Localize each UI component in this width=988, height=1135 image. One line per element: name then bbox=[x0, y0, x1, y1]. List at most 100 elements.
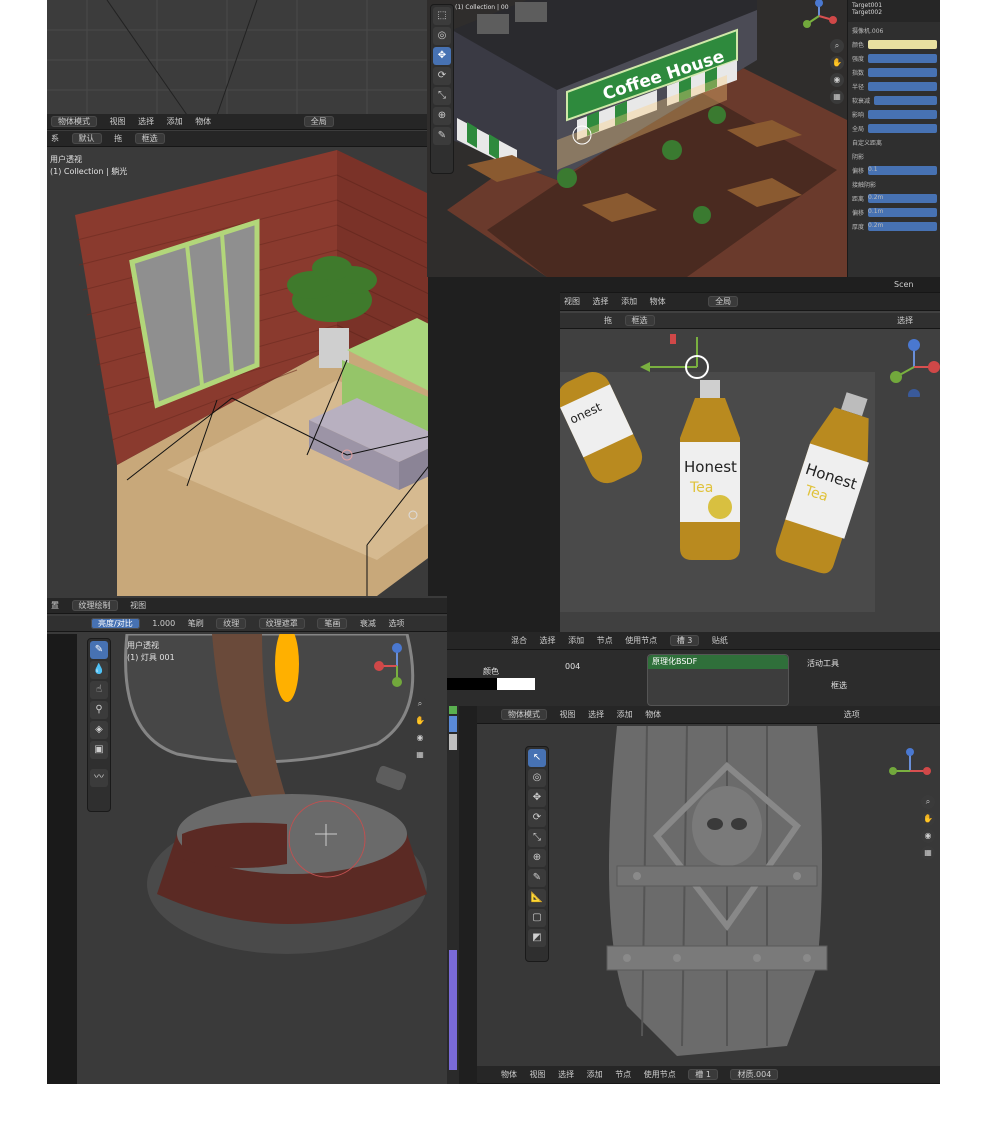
shield-header[interactable]: 物体模式 视图 选择 添加 物体 选项 bbox=[477, 706, 940, 724]
zoom-icon[interactable]: ⌕ bbox=[830, 39, 844, 53]
prop-thickness-field[interactable]: 0.2m bbox=[868, 221, 937, 231]
menu-select[interactable]: 选择 bbox=[558, 1070, 574, 1079]
lantern-paint-panel[interactable]: 置 纹理绘制 视图 亮度/对比 1.000 笔刷 纹理 纹理遮罩 笔画 衰减 选… bbox=[47, 596, 447, 1084]
measure-icon[interactable]: 📐 bbox=[528, 889, 546, 907]
move-icon[interactable]: ✥ bbox=[528, 789, 546, 807]
prop-strength-field[interactable] bbox=[868, 53, 937, 63]
shield-sculpt-panel[interactable]: 物体模式 视图 选择 添加 物体 选项 ↖ ◎ ✥ ⟳ ⤡ ⊕ ✎ 📐 ▢ ◩ … bbox=[477, 706, 940, 1084]
room-viewport-panel[interactable]: 物体模式 视图 选择 添加 物体 全局 系 默认 拖 框选 用户透视 (1) C… bbox=[47, 0, 428, 596]
menu-select[interactable]: 选择 bbox=[138, 117, 154, 126]
lantern-header-2[interactable]: 亮度/对比 1.000 笔刷 纹理 纹理遮罩 笔画 衰减 选项 bbox=[47, 616, 447, 632]
select-icon[interactable]: ⬚ bbox=[433, 7, 451, 25]
tool-box-select[interactable]: 框选 bbox=[831, 680, 847, 691]
use-nodes-checkbox[interactable]: 使用节点 bbox=[625, 636, 657, 645]
node-editor-strip[interactable]: 混合 选择 添加 节点 使用节点 槽 3 贴纸 颜色 004 原理化BSDF 活… bbox=[447, 632, 940, 706]
transform-orientation[interactable]: 全局 bbox=[708, 296, 739, 307]
pan-hand-icon[interactable]: ✋ bbox=[921, 812, 935, 826]
menu-view[interactable]: 视图 bbox=[110, 117, 126, 126]
menu-add[interactable]: 添加 bbox=[621, 297, 637, 306]
add-cube-icon[interactable]: ▢ bbox=[528, 909, 546, 927]
prop-search[interactable]: 摄像机.006 bbox=[852, 26, 883, 35]
pan-hand-icon[interactable]: ✋ bbox=[830, 56, 844, 70]
prop-radius-field[interactable] bbox=[868, 81, 937, 91]
ortho-grid-icon[interactable]: ▦ bbox=[921, 846, 935, 860]
brush-field[interactable]: 亮度/对比 bbox=[91, 618, 140, 629]
shield-footer[interactable]: 物体 视图 选择 添加 节点 使用节点 槽 1 材质.004 bbox=[477, 1066, 940, 1084]
menu-mix[interactable]: 混合 bbox=[511, 636, 527, 645]
bottles-header-2[interactable]: 拖 框选 选择 bbox=[560, 313, 940, 329]
annotate-icon[interactable]: 〰 bbox=[90, 769, 108, 787]
menu-add[interactable]: 添加 bbox=[617, 710, 633, 719]
camera-icon[interactable]: ◉ bbox=[413, 731, 427, 745]
camera-icon[interactable]: ◉ bbox=[830, 73, 844, 87]
zoom-icon[interactable]: ⌕ bbox=[413, 697, 427, 711]
options-label[interactable]: 选项 bbox=[844, 710, 860, 719]
palette-swatch-grey[interactable] bbox=[449, 734, 457, 750]
move-icon[interactable]: ✥ bbox=[433, 47, 451, 65]
menu-view[interactable]: 视图 bbox=[530, 1070, 546, 1079]
menu-node[interactable]: 节点 bbox=[597, 636, 613, 645]
color-swatch-white[interactable] bbox=[497, 678, 535, 690]
menu-stroke[interactable]: 笔画 bbox=[317, 618, 348, 629]
camera-icon[interactable]: ◉ bbox=[921, 829, 935, 843]
menu-object[interactable]: 物体 bbox=[195, 117, 211, 126]
menu-select[interactable]: 选择 bbox=[593, 297, 609, 306]
menu-view[interactable]: 视图 bbox=[564, 297, 580, 306]
menu-view[interactable]: 视图 bbox=[560, 710, 576, 719]
prop-influence-field[interactable] bbox=[868, 109, 937, 119]
outliner-item-2[interactable]: Target002 bbox=[852, 9, 937, 16]
use-nodes-checkbox[interactable]: 使用节点 bbox=[644, 1070, 676, 1079]
ortho-grid-icon[interactable]: ▦ bbox=[413, 748, 427, 762]
menu-brush[interactable]: 笔刷 bbox=[188, 619, 204, 628]
select-icon[interactable]: ↖ bbox=[528, 749, 546, 767]
soften-icon[interactable]: 💧 bbox=[90, 661, 108, 679]
menu-select[interactable]: 选择 bbox=[540, 636, 556, 645]
room-header[interactable]: 物体模式 视图 选择 添加 物体 全局 bbox=[47, 114, 428, 130]
prop-distance-field[interactable]: 0.2m bbox=[868, 193, 937, 203]
prop-soft-field[interactable] bbox=[874, 95, 937, 105]
coffee-viewport-panel[interactable]: Coffee House ⬚ ◎ ✥ ⟳ ⤡ ⊕ ✎ (1) Collectio… bbox=[427, 0, 940, 277]
scale-icon[interactable]: ⤡ bbox=[433, 87, 451, 105]
properties-panel[interactable]: Target001 Target002 摄像机.006 颜色 强度 指数 半径 … bbox=[847, 0, 940, 277]
box-select[interactable]: 框选 bbox=[624, 315, 655, 326]
menu-select[interactable]: 选择 bbox=[588, 710, 604, 719]
smear-icon[interactable]: ☝ bbox=[90, 681, 108, 699]
cursor-icon[interactable]: ◎ bbox=[433, 27, 451, 45]
axis-gizmo[interactable] bbox=[367, 640, 427, 700]
box-select[interactable]: 框选 bbox=[134, 133, 165, 144]
pivot-select[interactable]: 默认 bbox=[71, 133, 102, 144]
ortho-grid-icon[interactable]: ▦ bbox=[830, 90, 844, 104]
prop-bias-field[interactable]: 0.1 bbox=[868, 165, 937, 175]
color-swatch-black[interactable] bbox=[447, 678, 497, 690]
annotate-icon[interactable]: ✎ bbox=[528, 869, 546, 887]
menu-object[interactable]: 物体 bbox=[501, 1070, 517, 1079]
menu-settings[interactable]: 置 bbox=[51, 601, 59, 610]
menu-texture[interactable]: 纹理 bbox=[216, 618, 247, 629]
menu-texture-mask[interactable]: 纹理遮罩 bbox=[258, 618, 305, 629]
fill-icon[interactable]: ◈ bbox=[90, 721, 108, 739]
prop-offset-field[interactable]: 0.1m bbox=[868, 207, 937, 217]
transform-orientation[interactable]: 全局 bbox=[303, 116, 334, 127]
options-label[interactable]: 选择 bbox=[897, 316, 913, 325]
transform-icon[interactable]: ⊕ bbox=[433, 107, 451, 125]
mask-icon[interactable]: ▣ bbox=[90, 741, 108, 759]
menu-add[interactable]: 添加 bbox=[568, 636, 584, 645]
pan-hand-icon[interactable]: ✋ bbox=[413, 714, 427, 728]
mode-select[interactable]: 物体模式 bbox=[501, 709, 547, 720]
prop-color-swatch[interactable] bbox=[868, 39, 937, 49]
slot-select[interactable]: 槽 3 bbox=[669, 635, 700, 646]
node-header[interactable]: 混合 选择 添加 节点 使用节点 槽 3 贴纸 bbox=[447, 632, 940, 650]
axis-gizmo[interactable] bbox=[886, 337, 940, 397]
room-header-2[interactable]: 系 默认 拖 框选 bbox=[47, 131, 428, 147]
mode-select[interactable]: 物体模式 bbox=[51, 116, 97, 127]
material-select[interactable]: 材质.004 bbox=[730, 1069, 779, 1080]
palette-swatch-blue[interactable] bbox=[449, 716, 457, 732]
cursor-icon[interactable]: ◎ bbox=[528, 769, 546, 787]
extrude-icon[interactable]: ◩ bbox=[528, 929, 546, 947]
clone-icon[interactable]: ⚲ bbox=[90, 701, 108, 719]
paint-mode-select[interactable]: 纹理绘制 bbox=[71, 600, 118, 611]
brush-value[interactable]: 1.000 bbox=[152, 619, 175, 628]
palette-swatch-purple[interactable] bbox=[449, 950, 457, 1070]
prop-global-field[interactable] bbox=[868, 123, 937, 133]
menu-add[interactable]: 添加 bbox=[167, 117, 183, 126]
